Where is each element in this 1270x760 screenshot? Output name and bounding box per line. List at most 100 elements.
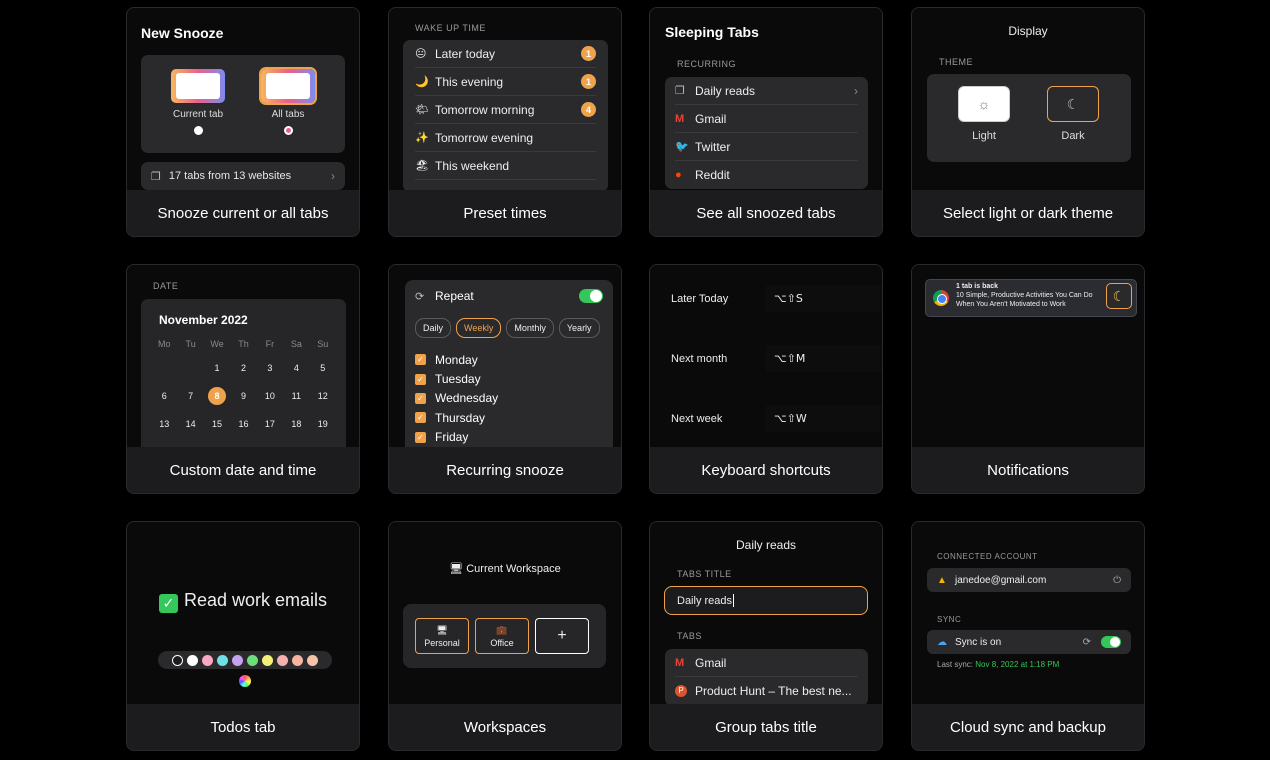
sleeping-item[interactable]: 🐦 Twitter	[675, 133, 858, 161]
calendar-grid: Mo Tu We Th Fr Sa Su 1 2 3 4 5 6 7 8 9 10 11 12 13 14 15 16 17 1…	[151, 339, 336, 449]
checkbox-icon[interactable]: ✓	[415, 412, 426, 424]
workspace-office[interactable]: 💼 Office	[475, 618, 529, 654]
connected-account-header: CONNECTED ACCOUNT	[937, 552, 1038, 561]
repeat-toggle[interactable]	[579, 289, 603, 303]
preset-label: This weekend	[435, 158, 510, 173]
color-swatch[interactable]	[307, 654, 318, 666]
sleeping-item[interactable]: M Gmail	[675, 105, 858, 133]
checkbox-icon[interactable]: ✓	[415, 431, 426, 443]
weekday-label: Tuesday	[435, 372, 481, 387]
preset-item[interactable]: 🏖 This weekend	[415, 152, 596, 180]
color-swatch[interactable]	[202, 654, 213, 666]
card-caption: Todos tab	[127, 704, 359, 750]
product-hunt-letter: P	[675, 685, 687, 697]
frequency-pill[interactable]: Weekly	[456, 318, 502, 338]
calendar-day[interactable]: 7	[177, 387, 203, 405]
checkbox-icon[interactable]: ✓	[415, 354, 426, 366]
calendar-day[interactable]: 15	[204, 415, 230, 433]
calendar-day[interactable]: 3	[257, 359, 283, 377]
preset-item[interactable]: ✨ Tomorrow evening	[415, 124, 596, 152]
sleeping-item[interactable]: ❐ Daily reads ›	[675, 77, 858, 105]
calendar-day[interactable]: 13	[151, 415, 177, 433]
current-tab-radio[interactable]	[193, 126, 203, 135]
power-icon[interactable]: ⏻	[1113, 575, 1121, 586]
preset-item[interactable]: 😐 Later today 1	[415, 40, 596, 68]
calendar-day[interactable]: 8	[204, 387, 230, 405]
calendar-day[interactable]: 12	[310, 387, 336, 405]
account-row[interactable]: ▲ janedoe@gmail.com ⏻	[927, 568, 1131, 592]
weekday-label: Su	[317, 339, 329, 349]
display-title: Display	[1008, 24, 1048, 38]
calendar-day[interactable]: 2	[230, 359, 256, 377]
calendar-panel: November 2022 Mo Tu We Th Fr Sa Su 1 2 3 4 5 6 7 8 9 10 1…	[141, 299, 346, 449]
preset-preview: WAKE UP TIME 😐 Later today 1 🌙 This evening…	[389, 8, 621, 192]
sleeping-label: Reddit	[695, 168, 730, 182]
shortcut-key-field[interactable]: ⌥⇧W	[766, 405, 882, 432]
calendar-day[interactable]: 17	[257, 415, 283, 433]
sleeping-item[interactable]: ● Reddit	[675, 161, 858, 189]
color-swatch[interactable]	[232, 654, 243, 666]
preset-item[interactable]: 🌤 Tomorrow morning 4	[415, 96, 596, 124]
day-number: 18	[291, 419, 302, 429]
frequency-pill[interactable]: Monthly	[506, 318, 554, 338]
calendar-day[interactable]: 14	[177, 415, 203, 433]
color-swatch[interactable]	[277, 654, 288, 666]
color-wheel-icon[interactable]	[239, 675, 251, 687]
group-tab-item[interactable]: M Gmail	[675, 649, 858, 677]
calendar-day[interactable]: 1	[204, 359, 230, 377]
weekday-row[interactable]: ✓ Thursday	[415, 408, 603, 427]
workspaces-preview: 🖥 Current Workspace 🖥 Personal 💼 Office +	[389, 522, 621, 706]
sync-toggle[interactable]	[1101, 636, 1121, 648]
check-mark-icon: ✓	[158, 594, 178, 613]
notification-body: 10 Simple, Productive Activities You Can…	[956, 292, 1093, 308]
calendar-day[interactable]: 10	[257, 387, 283, 405]
calendar-day[interactable]: 11	[283, 387, 309, 405]
calendar-day[interactable]: 6	[151, 387, 177, 405]
preset-list: 😐 Later today 1 🌙 This evening 1 🌤 Tomorrow m…	[403, 40, 608, 192]
color-swatch[interactable]	[262, 654, 273, 666]
calendar-day[interactable]: 9	[230, 387, 256, 405]
tabs-summary-row[interactable]: ❐ 17 tabs from 13 websites ›	[141, 162, 345, 190]
calendar-day[interactable]: 16	[230, 415, 256, 433]
theme-dark-option[interactable]: ☾ Dark	[1046, 86, 1100, 142]
shortcut-key-field[interactable]: ⌥⇧M	[766, 345, 882, 372]
color-swatch[interactable]	[292, 654, 303, 666]
card-notifications: 1 tab is back 10 Simple, Productive Acti…	[911, 264, 1145, 494]
weekday-row[interactable]: ✓ Friday	[415, 428, 603, 447]
shortcut-key-field[interactable]: ⌥⇧S	[766, 285, 882, 312]
calendar-day[interactable]: 19	[310, 415, 336, 433]
weekday-label: We	[210, 339, 224, 349]
todo-item[interactable]: ✓ Read work emails	[127, 590, 359, 613]
color-swatch[interactable]	[217, 654, 228, 666]
notification-banner[interactable]: 1 tab is back 10 Simple, Productive Acti…	[925, 279, 1137, 317]
weekday-label: Monday	[435, 352, 478, 367]
calendar-day[interactable]: 5	[310, 359, 336, 377]
day-number: 6	[161, 391, 167, 401]
group-tab-item[interactable]: P Product Hunt – The best ne...	[675, 677, 858, 705]
color-swatch[interactable]	[187, 654, 198, 666]
calendar-day[interactable]: 4	[283, 359, 309, 377]
checkbox-icon[interactable]: ✓	[415, 373, 426, 385]
option-all-tabs[interactable]: All tabs	[258, 67, 318, 135]
color-swatch[interactable]	[247, 654, 258, 666]
sparkles-icon: ✨	[415, 132, 429, 144]
tabs-title-input[interactable]: Daily reads	[664, 586, 868, 615]
add-workspace-button[interactable]: +	[535, 618, 589, 654]
weekday-row[interactable]: ✓ Tuesday	[415, 369, 603, 388]
checkbox-icon[interactable]: ✓	[415, 392, 426, 404]
refresh-icon[interactable]: ⟳	[1083, 637, 1091, 648]
calendar-day[interactable]: 18	[283, 415, 309, 433]
group-tab-label: Gmail	[695, 655, 727, 670]
frequency-pill[interactable]: Yearly	[558, 318, 600, 338]
briefcase-icon: 💼	[496, 624, 508, 635]
tabs-stack-icon: ❐	[675, 85, 685, 97]
option-current-tab[interactable]: Current tab	[168, 69, 228, 135]
preset-item[interactable]: 🌙 This evening 1	[415, 68, 596, 96]
color-swatch[interactable]	[172, 654, 183, 666]
frequency-pill[interactable]: Daily	[415, 318, 452, 338]
workspace-personal[interactable]: 🖥 Personal	[415, 618, 469, 654]
theme-light-option[interactable]: ☼ Light	[957, 86, 1011, 142]
all-tabs-radio[interactable]	[283, 126, 293, 135]
weekday-row[interactable]: ✓ Monday	[415, 350, 603, 369]
weekday-row[interactable]: ✓ Wednesday	[415, 389, 603, 408]
